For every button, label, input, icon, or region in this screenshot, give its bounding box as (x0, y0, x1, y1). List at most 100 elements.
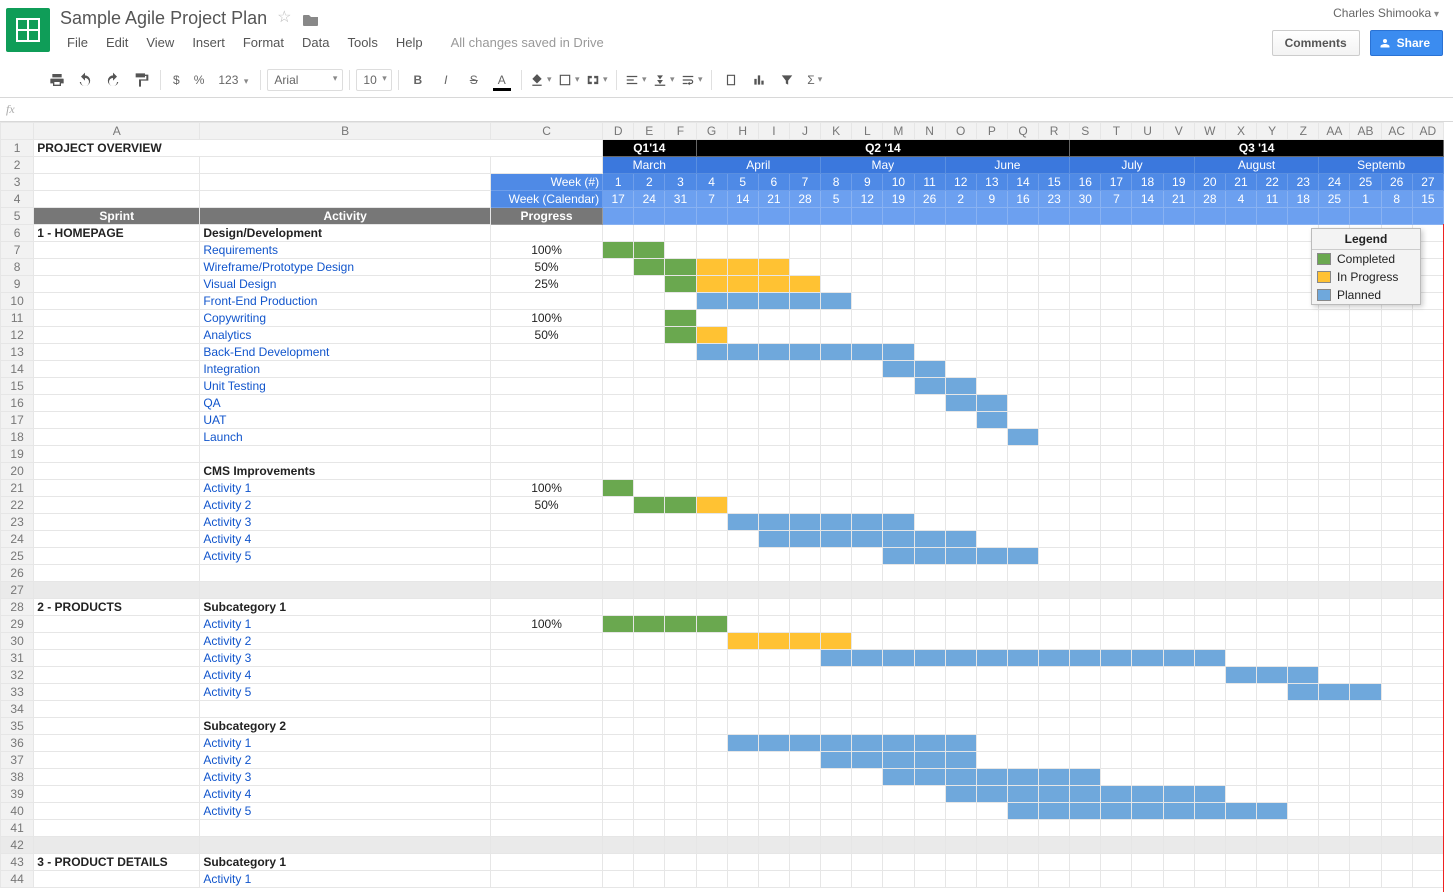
col-header[interactable]: X (1225, 123, 1256, 140)
row-header[interactable]: 27 (1, 582, 34, 599)
activity-cell[interactable]: Activity 2 (200, 497, 491, 514)
filter-icon[interactable] (774, 67, 800, 93)
col-header[interactable]: J (789, 123, 820, 140)
row-header[interactable]: 43 (1, 854, 34, 871)
activity-cell[interactable]: Activity 5 (200, 548, 491, 565)
strikethrough-icon[interactable]: S (461, 67, 487, 93)
italic-icon[interactable]: I (433, 67, 459, 93)
row-header[interactable]: 8 (1, 259, 34, 276)
col-header[interactable]: E (634, 123, 665, 140)
row-header[interactable]: 37 (1, 752, 34, 769)
row-header[interactable]: 26 (1, 565, 34, 582)
col-header[interactable]: A (34, 123, 200, 140)
activity-cell[interactable]: Activity 4 (200, 667, 491, 684)
row-header[interactable]: 21 (1, 480, 34, 497)
activity-cell[interactable]: Requirements (200, 242, 491, 259)
bold-icon[interactable]: B (405, 67, 431, 93)
col-header[interactable]: Y (1257, 123, 1288, 140)
spreadsheet-grid[interactable]: ABCDEFGHIJKLMNOPQRSTUVWXYZAAABACAD1PROJE… (0, 122, 1453, 892)
activity-cell[interactable]: Analytics (200, 327, 491, 344)
functions-icon[interactable]: Σ (802, 67, 828, 93)
activity-cell[interactable]: Front-End Production (200, 293, 491, 310)
font-size-select[interactable]: 10 (356, 69, 391, 91)
format-currency[interactable]: $ (167, 73, 186, 87)
menu-tools[interactable]: Tools (340, 33, 384, 52)
folder-icon[interactable] (303, 11, 319, 27)
menu-view[interactable]: View (139, 33, 181, 52)
col-header[interactable]: AB (1350, 123, 1381, 140)
col-header[interactable]: AC (1381, 123, 1412, 140)
row-header[interactable]: 2 (1, 157, 34, 174)
row-header[interactable]: 13 (1, 344, 34, 361)
activity-cell[interactable]: Activity 2 (200, 752, 491, 769)
activity-cell[interactable]: Activity 3 (200, 650, 491, 667)
row-header[interactable]: 32 (1, 667, 34, 684)
col-header[interactable]: U (1132, 123, 1163, 140)
activity-cell[interactable]: Back-End Development (200, 344, 491, 361)
row-header[interactable]: 29 (1, 616, 34, 633)
col-header[interactable]: K (821, 123, 852, 140)
comments-button[interactable]: Comments (1272, 30, 1360, 56)
activity-cell[interactable]: Activity 1 (200, 871, 491, 888)
col-header[interactable]: B (200, 123, 491, 140)
formula-bar[interactable]: fx (0, 98, 1453, 122)
activity-cell[interactable]: Activity 1 (200, 480, 491, 497)
row-header[interactable]: 22 (1, 497, 34, 514)
row-header[interactable]: 15 (1, 378, 34, 395)
activity-cell[interactable]: Activity 5 (200, 684, 491, 701)
activity-cell[interactable]: Activity 1 (200, 735, 491, 752)
row-header[interactable]: 42 (1, 837, 34, 854)
row-header[interactable]: 25 (1, 548, 34, 565)
col-header[interactable]: G (696, 123, 727, 140)
h-align-icon[interactable] (623, 67, 649, 93)
row-header[interactable]: 9 (1, 276, 34, 293)
col-header[interactable]: V (1163, 123, 1194, 140)
user-menu[interactable]: Charles Shimooka (1333, 6, 1443, 20)
activity-cell[interactable]: UAT (200, 412, 491, 429)
col-header[interactable]: C (490, 123, 602, 140)
sheets-logo-icon[interactable] (6, 8, 50, 52)
activity-cell[interactable]: Integration (200, 361, 491, 378)
doc-title[interactable]: Sample Agile Project Plan (60, 8, 267, 29)
activity-cell[interactable]: Wireframe/Prototype Design (200, 259, 491, 276)
font-family-select[interactable]: Arial (267, 69, 343, 91)
wrap-icon[interactable] (679, 67, 705, 93)
activity-cell[interactable]: Unit Testing (200, 378, 491, 395)
activity-cell[interactable]: Activity 1 (200, 616, 491, 633)
star-icon[interactable]: ☆ (277, 11, 293, 27)
col-header[interactable]: T (1101, 123, 1132, 140)
row-header[interactable]: 36 (1, 735, 34, 752)
activity-cell[interactable]: Activity 5 (200, 803, 491, 820)
row-header[interactable]: 41 (1, 820, 34, 837)
menu-edit[interactable]: Edit (99, 33, 135, 52)
col-header[interactable]: S (1070, 123, 1101, 140)
col-header[interactable]: F (665, 123, 696, 140)
row-header[interactable]: 38 (1, 769, 34, 786)
link-icon[interactable] (718, 67, 744, 93)
row-header[interactable]: 34 (1, 701, 34, 718)
row-header[interactable]: 14 (1, 361, 34, 378)
row-header[interactable]: 24 (1, 531, 34, 548)
col-header[interactable]: Z (1288, 123, 1319, 140)
fill-color-icon[interactable] (528, 67, 554, 93)
col-header[interactable]: O (945, 123, 976, 140)
menu-format[interactable]: Format (236, 33, 291, 52)
undo-icon[interactable] (72, 67, 98, 93)
row-header[interactable]: 44 (1, 871, 34, 888)
borders-icon[interactable] (556, 67, 582, 93)
col-header[interactable]: D (603, 123, 634, 140)
col-header[interactable]: AA (1319, 123, 1350, 140)
activity-cell[interactable]: Launch (200, 429, 491, 446)
row-header[interactable]: 10 (1, 293, 34, 310)
col-header[interactable]: H (727, 123, 758, 140)
menu-insert[interactable]: Insert (185, 33, 232, 52)
row-header[interactable]: 19 (1, 446, 34, 463)
row-header[interactable]: 7 (1, 242, 34, 259)
activity-cell[interactable]: Activity 3 (200, 514, 491, 531)
row-header[interactable]: 40 (1, 803, 34, 820)
row-header[interactable]: 39 (1, 786, 34, 803)
row-header[interactable]: 12 (1, 327, 34, 344)
row-header[interactable]: 31 (1, 650, 34, 667)
row-header[interactable]: 20 (1, 463, 34, 480)
col-header[interactable]: AD (1412, 123, 1443, 140)
